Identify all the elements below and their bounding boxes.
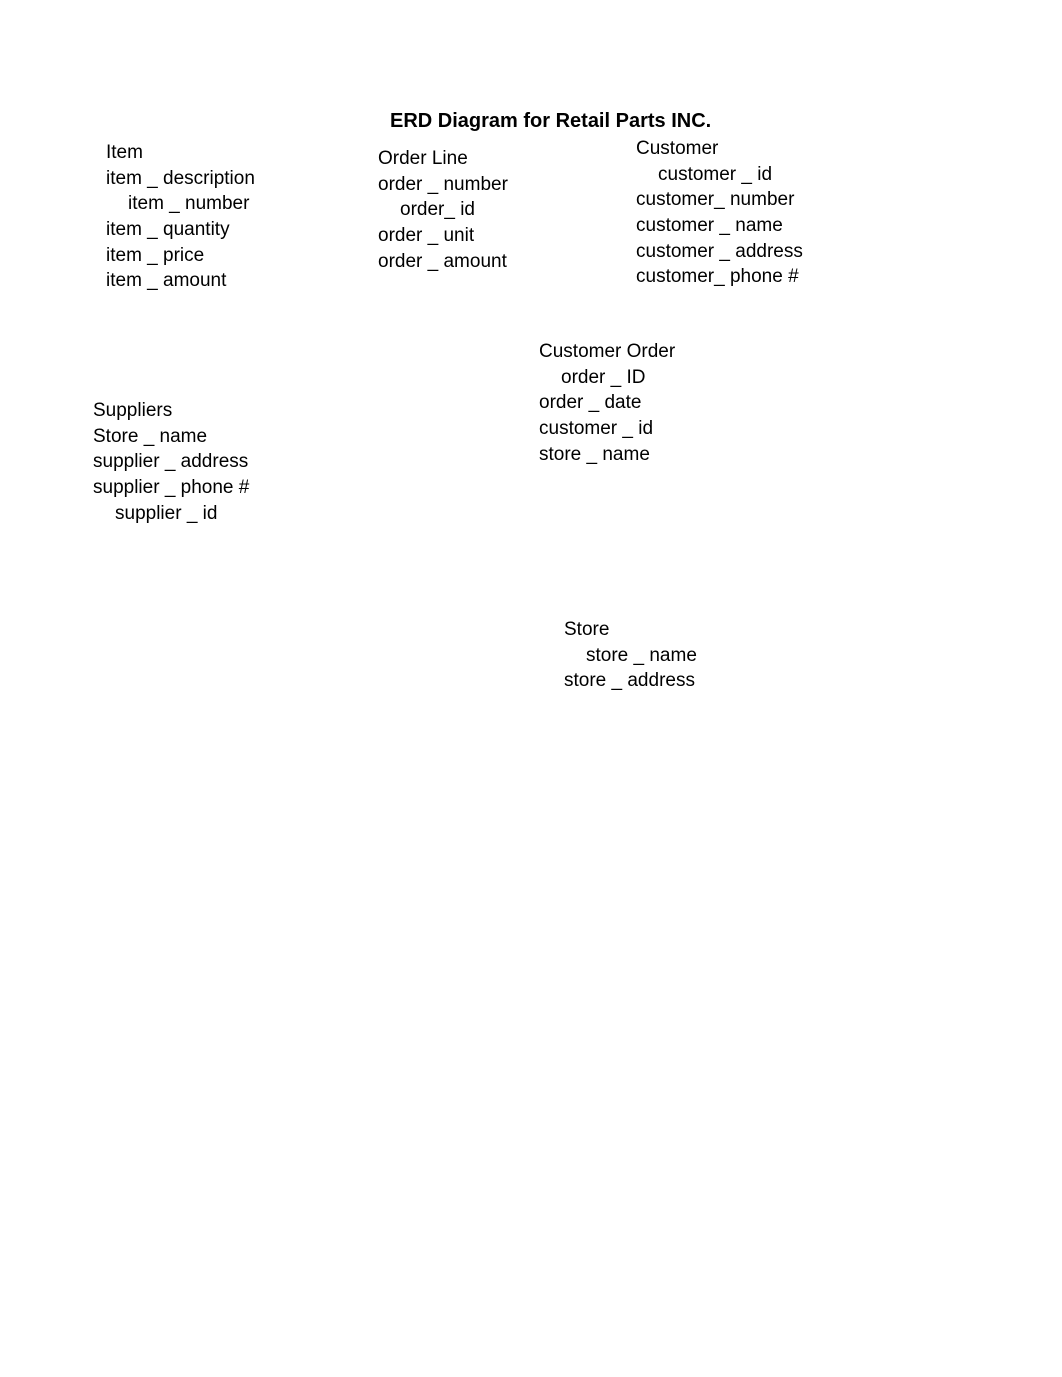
entity-customer-attr: customer_ phone # xyxy=(636,264,803,290)
entity-customer-order-attr: order _ ID xyxy=(539,365,675,391)
entity-item-attr: item _ amount xyxy=(106,268,255,294)
entity-store-attr: store _ address xyxy=(564,668,697,694)
entity-order-line-attr: order _ amount xyxy=(378,249,508,275)
entity-customer-name: Customer xyxy=(636,136,803,162)
entity-suppliers: Suppliers Store _ name supplier _ addres… xyxy=(93,398,249,526)
entity-customer-order-attr: store _ name xyxy=(539,442,675,468)
entity-customer-order-name: Customer Order xyxy=(539,339,675,365)
entity-item-attr: item _ description xyxy=(106,166,255,192)
entity-customer-attr: customer _ name xyxy=(636,213,803,239)
entity-suppliers-attr: supplier _ phone # xyxy=(93,475,249,501)
entity-order-line-attr: order_ id xyxy=(378,197,508,223)
entity-suppliers-attr: supplier _ address xyxy=(93,449,249,475)
entity-order-line-attr: order _ unit xyxy=(378,223,508,249)
entity-customer-order-attr: customer _ id xyxy=(539,416,675,442)
entity-customer-attr: customer _ address xyxy=(636,239,803,265)
entity-order-line-attr: order _ number xyxy=(378,172,508,198)
entity-suppliers-attr: supplier _ id xyxy=(93,501,249,527)
entity-suppliers-attr: Store _ name xyxy=(93,424,249,450)
entity-store-name: Store xyxy=(564,617,697,643)
entity-store: Store store _ name store _ address xyxy=(564,617,697,694)
entity-store-attr: store _ name xyxy=(564,643,697,669)
entity-suppliers-name: Suppliers xyxy=(93,398,249,424)
entity-customer-order-attr: order _ date xyxy=(539,390,675,416)
entity-item-name: Item xyxy=(106,140,255,166)
entity-customer-attr: customer _ id xyxy=(636,162,803,188)
entity-customer-attr: customer_ number xyxy=(636,187,803,213)
entity-order-line-name: Order Line xyxy=(378,146,508,172)
entity-customer: Customer customer _ id customer_ number … xyxy=(636,136,803,290)
entity-item: Item item _ description item _ number it… xyxy=(106,140,255,294)
entity-item-attr: item _ number xyxy=(106,191,255,217)
entity-item-attr: item _ quantity xyxy=(106,217,255,243)
entity-customer-order: Customer Order order _ ID order _ date c… xyxy=(539,339,675,467)
entity-order-line: Order Line order _ number order_ id orde… xyxy=(378,146,508,274)
entity-item-attr: item _ price xyxy=(106,243,255,269)
diagram-title: ERD Diagram for Retail Parts INC. xyxy=(390,108,711,135)
